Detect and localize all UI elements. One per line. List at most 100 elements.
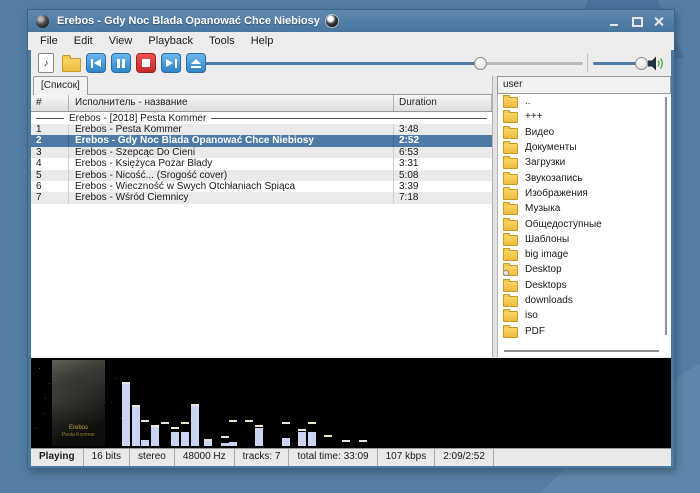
spectrum-bar (181, 432, 189, 446)
folder-item-+++[interactable]: +++ (498, 109, 671, 124)
track-number: 3 (31, 147, 69, 158)
group-line (211, 118, 487, 119)
minimize-button[interactable] (609, 16, 620, 27)
folder-item-..[interactable]: .. (498, 94, 671, 109)
table-row[interactable]: 4Erebos - Księżyca Pożar Blady3:31 (31, 158, 492, 169)
status-item: 2:09/2:52 (435, 449, 494, 466)
folder-item-pdf[interactable]: PDF (498, 323, 671, 338)
folder-item-загрузки[interactable]: Загрузки (498, 155, 671, 170)
pause-button[interactable] (111, 53, 131, 73)
folder-icon (503, 158, 518, 169)
track-duration: 3:39 (394, 181, 492, 192)
close-button[interactable] (653, 16, 664, 27)
menu-item-playback[interactable]: Playback (140, 34, 201, 48)
visualization-panel: Erebos Pesta Kommer (31, 358, 671, 448)
menu-item-file[interactable]: File (32, 34, 66, 48)
track-number: 4 (31, 158, 69, 169)
column-header-artist-title[interactable]: Исполнитель - название (69, 95, 394, 111)
status-item: 107 kbps (378, 449, 436, 466)
spectrum-bar (221, 443, 229, 446)
folder-label: Desktops (525, 280, 567, 291)
folder-icon (503, 112, 518, 123)
tab-playlist[interactable]: [Список] (33, 76, 88, 95)
folder-icon (503, 281, 518, 292)
folder-item-downloads[interactable]: downloads (498, 293, 671, 308)
spectrum-peak (204, 439, 212, 441)
table-row[interactable]: 3Erebos - Szepcąc Do Cieni6:53 (31, 147, 492, 158)
folder-item-видео[interactable]: Видео (498, 125, 671, 140)
spectrum-peak (359, 440, 367, 442)
folder-label: Desktop (525, 264, 562, 275)
track-title: Erebos - Gdy Noc Blada Opanować Chce Nie… (69, 135, 394, 146)
folder-item-big-image[interactable]: big image (498, 247, 671, 262)
title-bar[interactable]: Erebos - Gdy Noc Blada Opanować Chce Nie… (28, 10, 674, 32)
folder-label: Шаблоны (525, 234, 569, 245)
folder-item-изображения[interactable]: Изображения (498, 186, 671, 201)
seek-handle[interactable] (474, 57, 487, 70)
spectrum-peak (151, 425, 159, 427)
spectrum-bar (255, 428, 263, 446)
track-duration: 2:52 (394, 135, 492, 146)
folder-item-документы[interactable]: Документы (498, 140, 671, 155)
track-number: 6 (31, 181, 69, 192)
table-row[interactable]: 5Erebos - Nicość... (Srogość cover)5:08 (31, 170, 492, 181)
folder-icon (503, 327, 518, 338)
folder-icon (62, 58, 81, 72)
status-item: tracks: 7 (235, 449, 290, 466)
folder-item-iso[interactable]: iso (498, 308, 671, 323)
menu-item-view[interactable]: View (101, 34, 141, 48)
spectrum-peak (132, 405, 140, 407)
open-file-button[interactable]: ♪ (36, 53, 56, 73)
current-path[interactable]: user (497, 76, 671, 94)
file-browser: user ..+++ВидеоДокументыЗагрузкиЗвукозап… (497, 76, 671, 357)
folder-item-шаблоны[interactable]: Шаблоны (498, 232, 671, 247)
table-row[interactable]: 7Erebos - Wśród Ciemnicy7:18 (31, 192, 492, 203)
volume-slider[interactable] (593, 62, 643, 65)
spectrum-peak (255, 425, 263, 427)
toolbar-separator (587, 54, 588, 72)
folder-item-звукозапись[interactable]: Звукозапись (498, 170, 671, 185)
folder-label: iso (525, 310, 538, 321)
folder-icon (503, 204, 518, 215)
group-line (36, 118, 64, 119)
seek-slider[interactable] (188, 62, 583, 65)
next-button[interactable] (161, 53, 181, 73)
menu-item-tools[interactable]: Tools (201, 34, 243, 48)
track-duration: 3:48 (394, 124, 492, 135)
status-item: total time: 33:09 (289, 449, 377, 466)
folder-item-музыка[interactable]: Музыка (498, 201, 671, 216)
prev-button[interactable] (86, 53, 106, 73)
spectrum-peak (171, 427, 179, 429)
playlist-pane: [Список] # Исполнитель - название Durati… (31, 76, 493, 357)
folder-icon (503, 265, 518, 276)
track-title: Erebos - Nicość... (Srogość cover) (69, 170, 394, 181)
spectrum-analyzer (31, 358, 671, 448)
folder-item-общедоступные[interactable]: Общедоступные (498, 216, 671, 231)
folder-item-desktop[interactable]: Desktop (498, 262, 671, 277)
column-header-number[interactable]: # (31, 95, 69, 111)
spectrum-peak (122, 382, 130, 384)
folder-item-desktops[interactable]: Desktops (498, 278, 671, 293)
menu-item-help[interactable]: Help (243, 34, 282, 48)
maximize-button[interactable] (631, 16, 642, 27)
status-item: Playing (31, 449, 84, 466)
table-row[interactable]: 6Erebos - Wieczność w Swych Otchłaniach … (31, 181, 492, 192)
table-row[interactable]: 2Erebos - Gdy Noc Blada Opanować Chce Ni… (31, 135, 492, 146)
vertical-scrollbar[interactable] (665, 97, 667, 335)
eject-button[interactable] (186, 53, 206, 73)
volume-handle[interactable] (635, 57, 648, 70)
folder-icon (503, 311, 518, 322)
table-row[interactable]: 1Erebos - Pesta Kommer3:48 (31, 124, 492, 135)
album-group-header: Erebos - [2018] Pesta Kommer (31, 112, 492, 124)
folder-icon (503, 250, 518, 261)
menu-item-edit[interactable]: Edit (66, 34, 101, 48)
stop-button[interactable] (136, 53, 156, 73)
column-header-duration[interactable]: Duration (394, 95, 492, 111)
track-number: 5 (31, 170, 69, 181)
add-folder-button[interactable] (61, 53, 81, 73)
status-bar: Playing16 bitsstereo48000 Hztracks: 7tot… (31, 448, 671, 466)
next-icon (166, 59, 177, 68)
playlist-header: # Исполнитель - название Duration (31, 95, 492, 112)
horizontal-scrollbar[interactable] (504, 350, 659, 352)
spectrum-peak (161, 422, 169, 424)
